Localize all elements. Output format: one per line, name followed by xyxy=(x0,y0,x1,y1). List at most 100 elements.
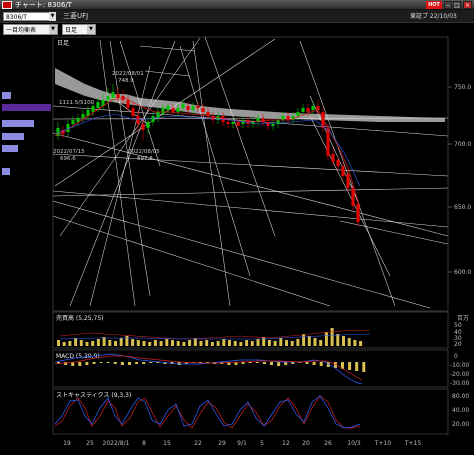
candle-body xyxy=(231,122,235,124)
candle-body xyxy=(316,106,320,110)
volume-bar xyxy=(250,341,254,346)
macd-histogram-bar xyxy=(312,362,316,365)
macd-histogram-bar xyxy=(277,362,281,366)
ticker-dropdown-icon[interactable]: ▼ xyxy=(49,12,56,21)
volume-bar xyxy=(245,340,249,346)
left-low-date-label: 2022/07/15 xyxy=(53,149,85,155)
volume-bar xyxy=(347,338,351,346)
candle-body xyxy=(81,114,85,118)
chevron-down-icon[interactable]: ▼ xyxy=(87,25,95,34)
candle-body xyxy=(186,106,190,110)
macd-histogram-bar xyxy=(319,362,323,366)
level-label: 1111.5/5100 xyxy=(59,100,95,106)
volume-bar xyxy=(267,340,271,346)
stoch-tick-label: 80.00 xyxy=(452,393,469,400)
high-value-label: 748.9 xyxy=(118,78,134,84)
x-tick-label: 12 xyxy=(282,440,290,447)
volume-bar xyxy=(210,342,214,346)
candle-body xyxy=(176,108,180,112)
period-select[interactable]: 日足 ▼ xyxy=(62,24,96,35)
x-tick-label: 10/3 xyxy=(347,440,361,447)
volume-bar xyxy=(319,340,323,346)
x-tick-label: 5 xyxy=(260,440,264,447)
volume-bar xyxy=(262,337,266,346)
volume-bar xyxy=(182,342,186,346)
candle-body xyxy=(336,160,340,166)
candle-body xyxy=(126,100,130,108)
macd-histogram-bar xyxy=(64,362,68,365)
volume-bar xyxy=(296,339,300,346)
candle-body xyxy=(76,118,80,122)
volume-unit-label: 百万 xyxy=(457,315,469,322)
volume-bar xyxy=(119,338,123,346)
macd-histogram-bar xyxy=(135,362,139,364)
candle-body xyxy=(156,112,160,118)
volume-bar xyxy=(228,340,231,346)
volume-bar xyxy=(62,342,66,346)
chevron-down-icon[interactable]: ▼ xyxy=(49,25,57,34)
indicator-select-value: 一目均衡表 xyxy=(6,27,37,34)
candle-body xyxy=(201,108,205,112)
ticker-input[interactable]: 8306/T xyxy=(3,12,53,21)
macd-histogram-bar xyxy=(92,362,96,364)
candle-body xyxy=(181,104,185,108)
minimize-icon[interactable]: – xyxy=(444,1,452,9)
candle-body xyxy=(326,128,330,156)
volume-bar xyxy=(239,342,243,346)
macd-tick-label: -30.00 xyxy=(450,380,470,387)
volume-bar xyxy=(91,341,95,346)
price-panel xyxy=(52,36,449,312)
candle-body xyxy=(286,116,290,120)
volume-bar xyxy=(188,340,192,346)
macd-histogram-bar xyxy=(270,362,273,365)
candle-body xyxy=(131,108,135,116)
volume-bar xyxy=(85,342,89,346)
macd-histogram-bar xyxy=(85,362,89,365)
macd-tick-label: -10.00 xyxy=(450,362,470,369)
price-tick-label: 750.0 xyxy=(454,84,471,91)
x-tick-label: T+10 xyxy=(374,440,392,447)
app-icon xyxy=(2,1,12,9)
volume-tick-label: 20 xyxy=(454,341,462,348)
close-icon[interactable]: × xyxy=(463,1,472,9)
stochastics-panel-label: ストキャスティクス (9,3,3) xyxy=(56,392,131,399)
macd-histogram-bar xyxy=(241,362,245,364)
macd-histogram-bar xyxy=(262,362,266,364)
volume-bar xyxy=(256,339,260,346)
volume-bar xyxy=(324,332,328,346)
chart-canvas[interactable]: 日足 750.0 700.0 650.0 600.0 2022/08/01 74… xyxy=(0,36,474,455)
volume-bar xyxy=(102,337,106,346)
macd-histogram-bar xyxy=(128,362,131,365)
x-tick-label: 2022/8/1 xyxy=(103,440,130,447)
candle-body xyxy=(96,102,100,108)
candle-body xyxy=(161,108,165,114)
period-select-value: 日足 xyxy=(65,27,78,34)
maximize-icon[interactable]: □ xyxy=(453,1,461,9)
macd-histogram-bar xyxy=(113,362,117,364)
candle-body xyxy=(116,94,120,98)
macd-tick-label: 0 xyxy=(454,353,458,360)
indicator-select[interactable]: 一目均衡表 ▼ xyxy=(3,24,58,35)
candle-body xyxy=(351,188,355,206)
candle-body xyxy=(71,120,75,124)
candle-body xyxy=(356,204,360,222)
x-tick-label: 8 xyxy=(142,440,146,447)
x-tick-label: 15 xyxy=(163,440,171,447)
stoch-tick-label: 20.00 xyxy=(452,421,469,428)
candle-body xyxy=(106,96,110,100)
macd-histogram-bar xyxy=(305,362,309,364)
volume-bar xyxy=(136,340,140,346)
x-tick-label: 29 xyxy=(218,440,226,447)
candle-body xyxy=(266,122,270,126)
macd-histogram-bar xyxy=(149,362,153,363)
candle-body xyxy=(341,166,345,176)
volume-bar xyxy=(205,340,209,346)
volume-bar xyxy=(307,336,311,346)
candle-body xyxy=(346,174,350,188)
hot-badge[interactable]: HOT xyxy=(426,1,442,9)
macd-histogram-bar xyxy=(78,362,82,366)
volume-bar xyxy=(222,339,226,346)
volume-panel-label: 売買高 (5,25,75) xyxy=(56,314,104,322)
x-tick-label: 9/1 xyxy=(237,440,247,447)
volume-bar xyxy=(57,340,60,346)
